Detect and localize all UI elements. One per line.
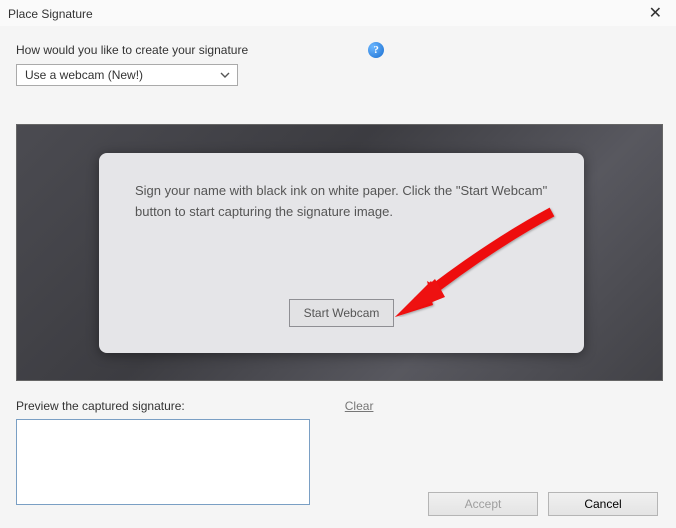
preview-row: Preview the captured signature: Clear [16,399,660,413]
prompt-row: How would you like to create your signat… [16,42,660,58]
footer-buttons: Accept Cancel [428,492,658,516]
window-title: Place Signature [8,7,93,21]
preview-label: Preview the captured signature: [16,399,185,413]
signature-preview-box [16,419,310,505]
signature-method-dropdown[interactable]: Use a webcam (New!) [16,64,238,86]
instruction-panel: Sign your name with black ink on white p… [99,153,584,353]
accept-button[interactable]: Accept [428,492,538,516]
start-webcam-button[interactable]: Start Webcam [289,299,395,327]
chevron-down-icon [217,67,233,83]
instruction-text: Sign your name with black ink on white p… [135,181,548,223]
close-icon[interactable]: ✕ [643,4,668,24]
dialog-content: How would you like to create your signat… [0,26,676,513]
webcam-capture-area: Sign your name with black ink on white p… [16,124,663,381]
help-icon[interactable]: ? [368,42,384,58]
start-button-row: Start Webcam [135,299,548,327]
dropdown-selected-value: Use a webcam (New!) [25,68,143,82]
prompt-label: How would you like to create your signat… [16,43,248,57]
cancel-button[interactable]: Cancel [548,492,658,516]
clear-link[interactable]: Clear [345,399,374,413]
titlebar: Place Signature ✕ [0,0,676,26]
